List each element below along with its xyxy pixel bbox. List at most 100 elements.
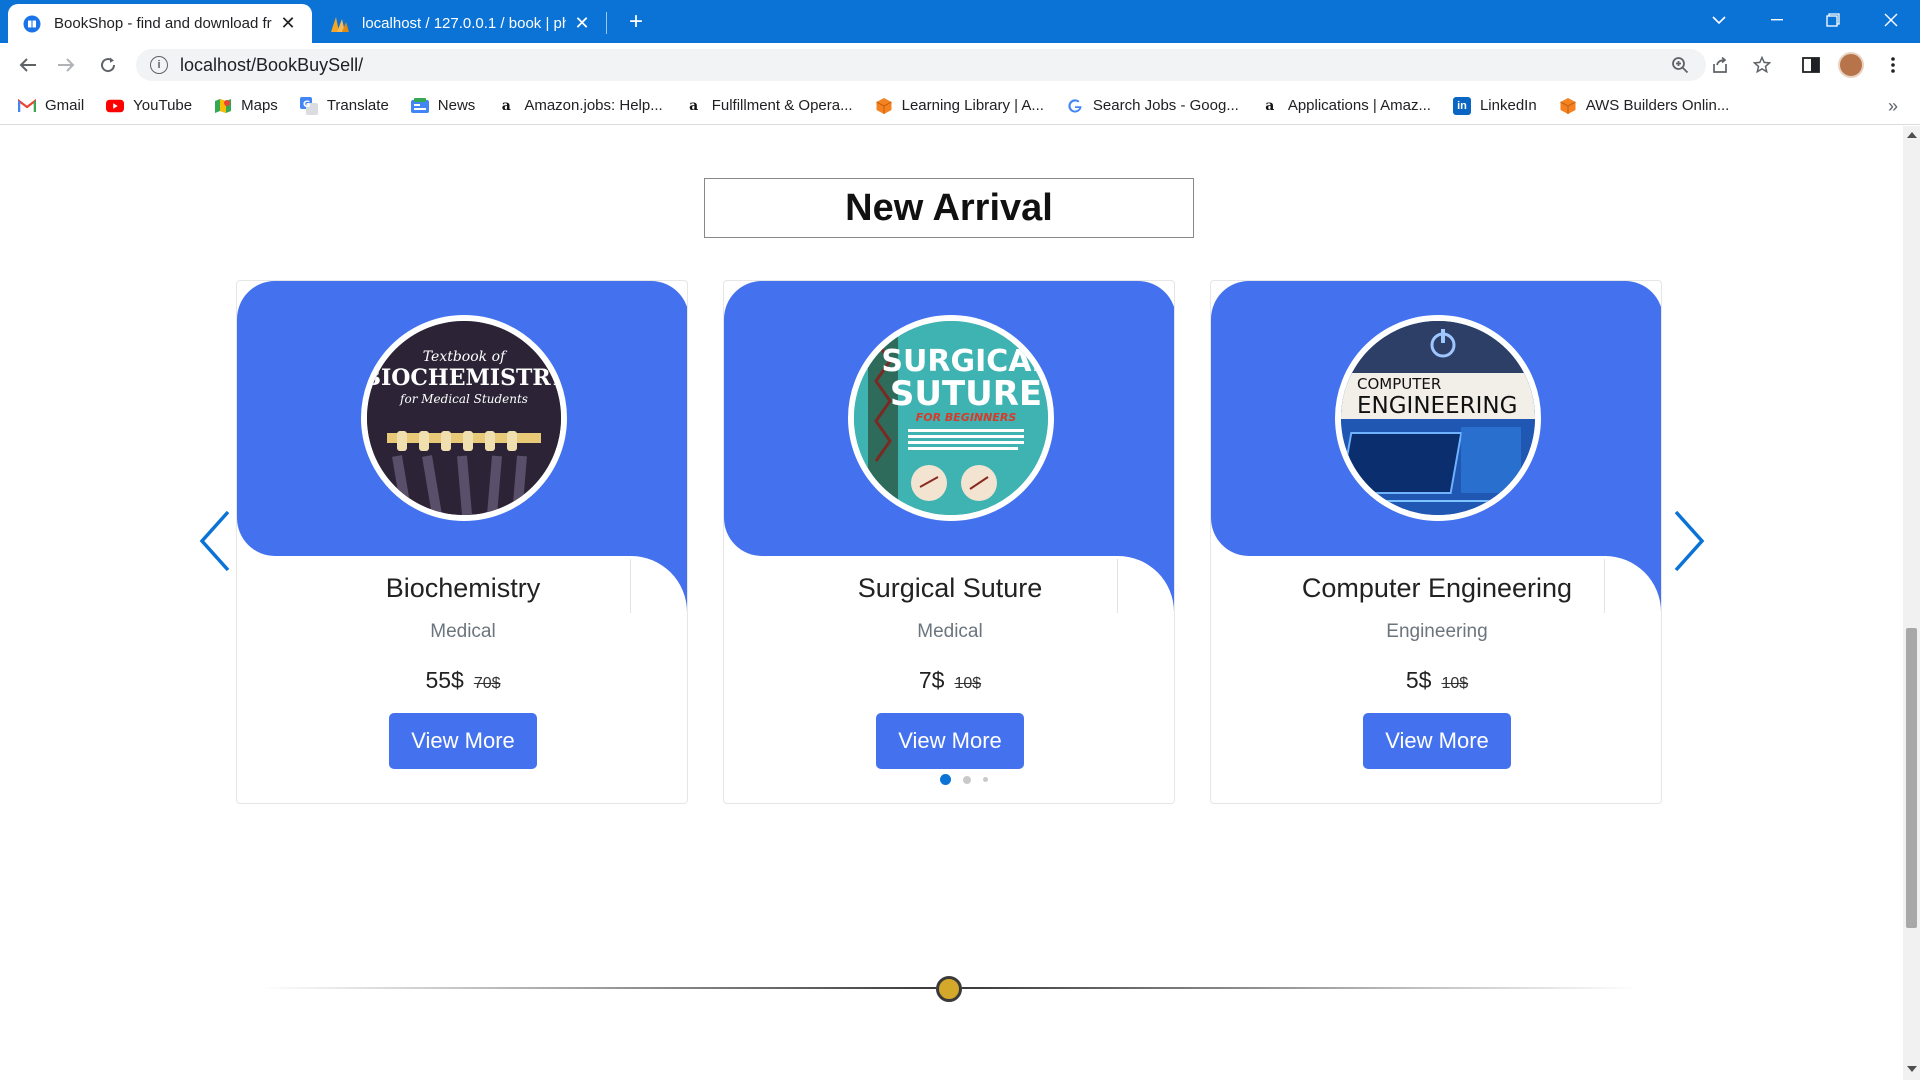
cover-line2: ENGINEERING xyxy=(1357,393,1517,419)
close-window-icon[interactable] xyxy=(1866,0,1916,40)
scroll-down-icon[interactable] xyxy=(1907,1066,1917,1072)
book-cover-biochemistry: Textbook of BIOCHEMISTRY for Medical Stu… xyxy=(361,315,567,521)
bookmark-star-icon[interactable] xyxy=(1749,52,1775,78)
browser-toolbar: i localhost/BookBuySell/ xyxy=(0,43,1920,87)
carousel-next-button[interactable] xyxy=(1664,506,1708,576)
phpmyadmin-favicon-icon xyxy=(330,14,350,34)
bookmark-youtube[interactable]: YouTube xyxy=(106,97,192,115)
share-icon[interactable] xyxy=(1707,52,1733,78)
view-more-button[interactable]: View More xyxy=(876,713,1024,769)
book-price: 55$ 70$ xyxy=(237,667,687,694)
current-price: 55$ xyxy=(425,667,464,693)
bookmark-label: Translate xyxy=(326,97,389,114)
book-title: Surgical Suture xyxy=(857,573,1043,603)
carousel-dot[interactable] xyxy=(963,775,971,784)
close-tab-icon[interactable]: ✕ xyxy=(572,13,592,34)
chevron-left-icon xyxy=(199,510,230,572)
url-text: localhost/BookBuySell/ xyxy=(180,54,364,75)
tab-title: localhost / 127.0.0.1 / book | phpMyAdmi… xyxy=(362,15,566,32)
restore-icon[interactable] xyxy=(1808,0,1858,40)
bookmark-search-jobs[interactable]: Search Jobs - Goog... xyxy=(1066,97,1239,115)
divider-line-left xyxy=(260,987,936,989)
tab-search-chevron-icon[interactable] xyxy=(1694,0,1744,40)
address-bar[interactable]: i localhost/BookBuySell/ xyxy=(136,49,1706,81)
cover-line2: BIOCHEMISTRY xyxy=(367,365,561,391)
bookmark-fulfillment[interactable]: a Fulfillment & Opera... xyxy=(685,97,853,115)
book-category: Engineering xyxy=(1386,621,1488,642)
old-price: 70$ xyxy=(473,675,501,692)
forward-icon[interactable] xyxy=(52,51,80,79)
bookmark-applications[interactable]: a Applications | Amaz... xyxy=(1261,97,1431,115)
site-info-icon[interactable]: i xyxy=(150,56,168,74)
minimize-icon[interactable] xyxy=(1752,0,1802,40)
carousel-dots xyxy=(940,774,1000,785)
old-price: 10$ xyxy=(1441,675,1469,692)
book-card[interactable]: Textbook of BIOCHEMISTRY for Medical Stu… xyxy=(236,280,688,804)
reload-icon[interactable] xyxy=(94,51,122,79)
aws-icon xyxy=(1559,97,1577,115)
bookmark-label: Fulfillment & Opera... xyxy=(711,97,853,114)
tab-bookshop[interactable]: BookShop - find and download free ✕ xyxy=(8,4,312,43)
amazon-icon: a xyxy=(501,97,511,114)
tab-title: BookShop - find and download free xyxy=(54,15,272,32)
cover-line2: SUTURE xyxy=(890,374,1042,414)
translate-icon: G xyxy=(299,96,318,115)
bookmark-aws-builders[interactable]: AWS Builders Onlin... xyxy=(1559,97,1730,115)
bookmark-news[interactable]: News xyxy=(410,97,476,115)
bookmark-label: Applications | Amaz... xyxy=(1287,97,1431,114)
tab-phpmyadmin[interactable]: localhost / 127.0.0.1 / book | phpMyAdmi… xyxy=(316,4,606,43)
google-icon xyxy=(1066,97,1084,115)
carousel-prev-button[interactable] xyxy=(196,506,240,576)
profile-avatar[interactable] xyxy=(1838,52,1864,78)
book-price: 5$ 10$ xyxy=(1211,667,1661,694)
current-price: 5$ xyxy=(1405,667,1432,693)
zoom-icon[interactable] xyxy=(1667,52,1693,78)
cover-line1: Textbook of xyxy=(423,349,508,365)
bookmark-learning-library[interactable]: Learning Library | A... xyxy=(875,97,1044,115)
book-title: Computer Engineering xyxy=(1301,573,1573,603)
menu-kebab-icon[interactable] xyxy=(1880,52,1906,78)
bookmark-label: AWS Builders Onlin... xyxy=(1585,97,1730,114)
svg-text:G: G xyxy=(303,100,310,110)
bookmark-label: Maps xyxy=(241,97,278,114)
divider-coin xyxy=(936,976,962,1002)
bookmarks-bar: Gmail YouTube Maps G Translate News a Am… xyxy=(0,87,1920,125)
bookmark-amazon-jobs[interactable]: a Amazon.jobs: Help... xyxy=(497,97,663,115)
cover-line3: FOR BEGINNERS xyxy=(916,411,1017,424)
book-card[interactable]: COMPUTER ENGINEERING Computer Engineerin… xyxy=(1210,280,1662,804)
bookmark-linkedin[interactable]: in LinkedIn xyxy=(1452,96,1537,115)
carousel-dot[interactable] xyxy=(983,777,988,782)
section-title: New Arrival xyxy=(704,178,1194,238)
bookmark-label: Learning Library | A... xyxy=(901,97,1044,114)
cover-line1: COMPUTER xyxy=(1357,375,1441,393)
divider-line-right xyxy=(962,987,1638,989)
bookmark-maps[interactable]: Maps xyxy=(214,97,278,115)
page-scrollbar[interactable] xyxy=(1903,126,1920,1080)
bookmark-label: News xyxy=(437,97,476,114)
more-bookmarks-icon[interactable]: » xyxy=(1888,96,1898,117)
page-content: New Arrival Textbook of BIOCHEMISTRY for… xyxy=(0,126,1903,1080)
gmail-icon xyxy=(18,97,36,115)
back-icon[interactable] xyxy=(14,51,42,79)
maps-icon xyxy=(214,97,232,115)
side-panel-icon[interactable] xyxy=(1798,52,1824,78)
close-tab-icon[interactable]: ✕ xyxy=(278,13,298,34)
old-price: 10$ xyxy=(954,675,982,692)
bookmark-label: YouTube xyxy=(133,97,193,114)
bookmark-gmail[interactable]: Gmail xyxy=(18,97,84,115)
book-cover-computer-engineering: COMPUTER ENGINEERING xyxy=(1335,315,1541,521)
view-more-button[interactable]: View More xyxy=(1363,713,1511,769)
bookmark-translate[interactable]: G Translate xyxy=(299,96,389,115)
bookmark-label: Search Jobs - Goog... xyxy=(1092,97,1239,114)
book-title: Biochemistry xyxy=(385,573,541,603)
scroll-thumb[interactable] xyxy=(1906,628,1917,928)
book-card[interactable]: SURGICAL SUTURE FOR BEGINNERS Surgical S… xyxy=(723,280,1175,804)
view-more-button[interactable]: View More xyxy=(389,713,537,769)
new-tab-icon[interactable]: + xyxy=(622,8,650,36)
bookshop-favicon-icon xyxy=(22,14,42,34)
bookmark-label: Gmail xyxy=(45,97,85,114)
carousel-dot-active[interactable] xyxy=(940,774,951,785)
news-icon xyxy=(410,97,429,115)
browser-tab-bar: BookShop - find and download free ✕ loca… xyxy=(0,0,1920,43)
scroll-up-icon[interactable] xyxy=(1907,132,1917,138)
